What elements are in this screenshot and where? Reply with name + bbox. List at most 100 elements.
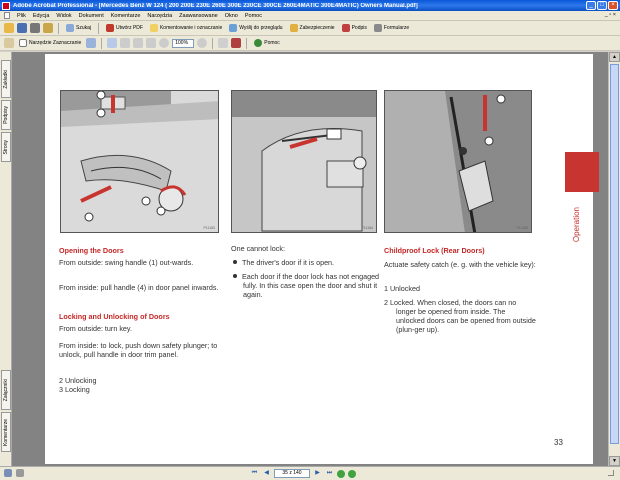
- title-bar: Adobe Acrobat Professional - [Mercedes B…: [0, 0, 620, 11]
- page-navigation: ⏮ ◀ 35 z 140 ▶ ⏭: [250, 469, 356, 478]
- pdf-page: P11183 P11184 P11185 Opening the Doors F…: [45, 54, 599, 464]
- status-bar: ⏮ ◀ 35 z 140 ▶ ⏭: [0, 466, 620, 480]
- legend-locked: 2 Locked. When closed, the doors can no …: [384, 298, 536, 334]
- menu-file[interactable]: Plik: [17, 13, 26, 19]
- bullet-door-lock-text: Each door if the door lock has not engag…: [242, 272, 380, 299]
- menu-window[interactable]: Okno: [225, 13, 238, 19]
- close-button[interactable]: ×: [608, 1, 618, 10]
- bullet-drivers-door-text: The driver's door if it is open.: [242, 258, 335, 267]
- sign-label: Podpis: [351, 25, 367, 31]
- actual-size-icon[interactable]: [120, 38, 131, 48]
- search-button[interactable]: Szukaj: [64, 22, 93, 34]
- forms-label: Formularze: [383, 25, 410, 31]
- previous-view-icon[interactable]: [337, 469, 345, 478]
- menu-comments[interactable]: Komentarze: [111, 13, 141, 19]
- next-page-icon[interactable]: ▶: [313, 469, 322, 478]
- forms-button[interactable]: Formularze: [372, 22, 411, 34]
- rotate-icon[interactable]: [218, 38, 229, 48]
- toolbar-separator: [212, 37, 214, 49]
- menu-advanced[interactable]: Zaawansowane: [179, 13, 218, 19]
- scroll-down-icon[interactable]: ▼: [609, 456, 620, 466]
- comment-icon: [149, 24, 158, 32]
- tab-attachments-label: Załączniki: [3, 378, 9, 402]
- snapshot-icon[interactable]: [86, 38, 97, 48]
- help-button[interactable]: Pomoc: [252, 37, 282, 49]
- window-controls: _ □ ×: [586, 1, 618, 10]
- zoom-plus-icon[interactable]: [197, 38, 208, 48]
- main-toolbar: Szukaj Utwórz PDF Komentowanie i oznacza…: [0, 21, 620, 36]
- maximize-button[interactable]: □: [597, 1, 607, 10]
- zoom-in-icon[interactable]: [107, 38, 118, 48]
- zoom-input[interactable]: 100%: [172, 38, 195, 48]
- tab-bookmarks[interactable]: Zakładki: [1, 60, 11, 98]
- pen-icon: [341, 24, 350, 32]
- status-left: [4, 469, 24, 477]
- page-number-input[interactable]: 35 z 140: [274, 469, 310, 478]
- resize-grip-icon[interactable]: [608, 470, 614, 476]
- page-layout-icon[interactable]: [4, 469, 12, 477]
- text-cannot-lock: One cannot lock:: [231, 244, 285, 253]
- text-open-outside: From outside: swing handle (1) out-wards…: [59, 258, 194, 267]
- create-pdf-button[interactable]: Utwórz PDF: [104, 22, 145, 34]
- tab-comments-label: Komentarze: [3, 418, 9, 446]
- fit-width-icon[interactable]: [146, 38, 157, 48]
- select-tool-button[interactable]: Narzędzie Zaznaczanie: [17, 37, 83, 49]
- send-review-button[interactable]: Wyślij do przeglądu: [227, 22, 284, 34]
- open-icon[interactable]: [4, 23, 14, 33]
- tab-attachments[interactable]: Załączniki: [1, 370, 11, 410]
- menu-document[interactable]: Dokument: [79, 13, 104, 19]
- toolbar-separator: [101, 37, 103, 49]
- print-icon[interactable]: [30, 23, 40, 33]
- toolbar-separator: [246, 37, 248, 49]
- secure-button[interactable]: Zabezpieczenie: [288, 22, 337, 34]
- menu-view[interactable]: Widok: [56, 13, 71, 19]
- scroll-thumb[interactable]: [610, 64, 619, 444]
- heading-opening-doors: Opening the Doors: [59, 246, 124, 255]
- menu-edit[interactable]: Edycja: [33, 13, 50, 19]
- hand-icon[interactable]: [4, 38, 14, 48]
- zoom-out-icon[interactable]: [159, 38, 170, 48]
- doc-window-controls[interactable]: _ ▫ ×: [605, 12, 616, 18]
- illustration-inside-handle: P11184: [231, 90, 377, 233]
- sign-button[interactable]: Podpis: [340, 22, 369, 34]
- toolbar-separator: [58, 22, 59, 34]
- last-page-icon[interactable]: ⏭: [325, 469, 334, 478]
- first-page-icon[interactable]: ⏮: [250, 469, 259, 478]
- bullet-door-lock: Each door if the door lock has not engag…: [231, 272, 381, 299]
- heading-childproof: Childproof Lock (Rear Doors): [384, 246, 485, 255]
- childproof-lock-drawing: [385, 91, 531, 232]
- save-icon[interactable]: [17, 23, 27, 33]
- tab-signatures-label: Podpisy: [3, 106, 9, 124]
- tab-signatures[interactable]: Podpisy: [1, 100, 11, 130]
- next-view-icon[interactable]: [348, 469, 356, 478]
- help-label: Pomoc: [264, 40, 280, 46]
- help-icon: [254, 39, 263, 47]
- document-icon: [4, 12, 10, 19]
- legend-unlocked: 1 Unlocked: [384, 284, 420, 293]
- heading-locking: Locking and Unlocking of Doors: [59, 312, 170, 321]
- menu-tools[interactable]: Narzędzia: [147, 13, 172, 19]
- email-icon[interactable]: [43, 23, 53, 33]
- menu-help[interactable]: Pomoc: [245, 13, 262, 19]
- tab-pages[interactable]: Strony: [1, 132, 11, 162]
- fit-page-icon[interactable]: [133, 38, 144, 48]
- navigation-panel-tabs: Zakładki Podpisy Strony Załączniki Komen…: [0, 52, 12, 466]
- page-size-icon: [16, 469, 24, 477]
- create-pdf-label: Utwórz PDF: [116, 25, 143, 31]
- minimize-button[interactable]: _: [586, 1, 596, 10]
- adobe-icon[interactable]: [231, 38, 242, 48]
- pdf-icon: [106, 24, 115, 32]
- page-number: 33: [554, 438, 563, 447]
- bullet-drivers-door: The driver's door if it is open.: [231, 258, 381, 267]
- previous-page-icon[interactable]: ◀: [262, 469, 271, 478]
- scroll-up-icon[interactable]: ▲: [609, 52, 620, 62]
- vertical-scrollbar[interactable]: ▲ ▼: [608, 52, 620, 466]
- tab-bookmarks-label: Zakładki: [3, 69, 9, 89]
- tab-comments[interactable]: Komentarze: [1, 412, 11, 452]
- comments-button[interactable]: Komentowanie i oznaczanie: [148, 22, 224, 34]
- forms-icon: [373, 24, 382, 32]
- search-icon: [66, 24, 74, 32]
- inside-handle-drawing: [232, 91, 376, 232]
- figure-code: P11184: [361, 226, 373, 230]
- document-viewport[interactable]: P11183 P11184 P11185 Opening the Doors F…: [12, 52, 608, 466]
